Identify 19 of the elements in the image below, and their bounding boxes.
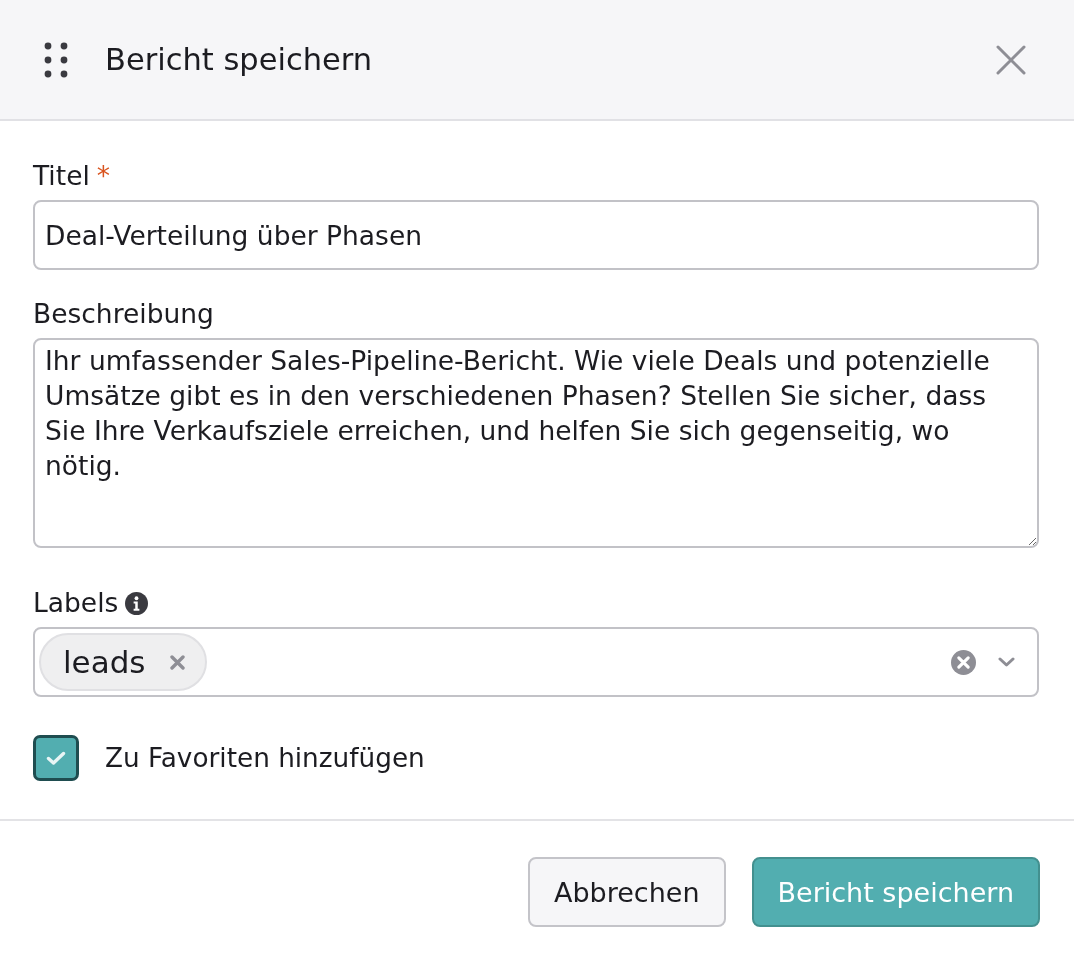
dialog-title: Bericht speichern bbox=[105, 40, 373, 79]
field-label: Titel bbox=[33, 161, 90, 191]
cancel-button[interactable]: Abbrechen bbox=[527, 857, 726, 927]
check-icon bbox=[46, 750, 66, 766]
description-textarea[interactable]: Ihr umfassender Sales-Pipeline-Bericht. Wie viele Deals und potenzielle Umsätze gibt es in den verschiedenen Phasen? Stellen Sie sicher, dass Sie Ihre Verkaufsziele erreichen, und helfen Sie sich gegenseitig, wo nötig. bbox=[33, 338, 1039, 548]
labels-select[interactable]: leads bbox=[33, 627, 1039, 697]
favorite-checkbox[interactable] bbox=[33, 735, 79, 781]
drag-handle-icon[interactable] bbox=[44, 41, 68, 78]
close-icon[interactable] bbox=[996, 44, 1026, 75]
clear-icon[interactable] bbox=[951, 649, 976, 675]
field-label: Beschreibung bbox=[33, 299, 214, 329]
remove-icon[interactable] bbox=[169, 654, 185, 670]
field-label: Labels bbox=[33, 588, 119, 618]
chevron-down-icon[interactable] bbox=[998, 657, 1015, 667]
info-icon[interactable] bbox=[125, 591, 149, 615]
checkbox-label: Zu Favoriten hinzufügen bbox=[105, 743, 425, 773]
chip-label: leads bbox=[63, 644, 146, 680]
title-input[interactable]: Deal-Verteilung über Phasen bbox=[33, 200, 1039, 270]
required-mark: * bbox=[96, 161, 111, 191]
